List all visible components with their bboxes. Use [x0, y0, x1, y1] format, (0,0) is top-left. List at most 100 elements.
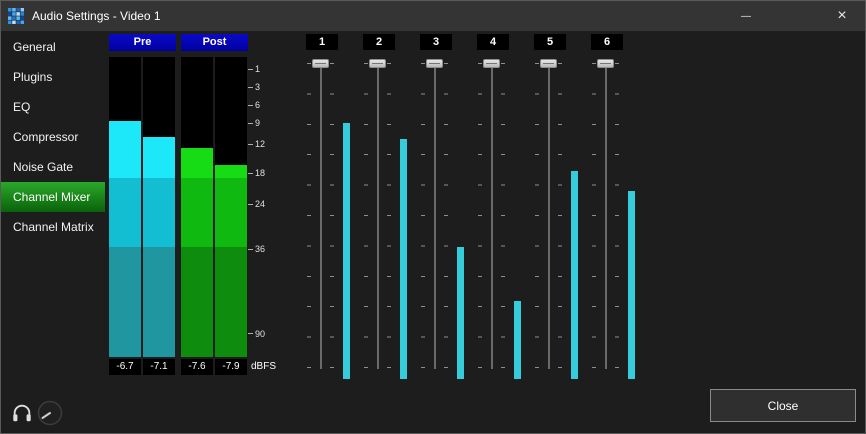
scale-tick-dash [248, 249, 253, 250]
scale-mark-36: 36 [248, 244, 265, 254]
channel-level-fill [514, 301, 521, 379]
channel-1-header[interactable]: 1 [306, 34, 338, 50]
scale-tick-dash [248, 123, 253, 124]
titlebar[interactable]: Audio Settings - Video 1 — × [1, 1, 865, 31]
scale-tick-label: 6 [255, 100, 260, 110]
scale-mark-90: 90 [248, 329, 265, 339]
channel-4-slider-handle[interactable] [483, 59, 500, 68]
headphones-icon[interactable] [11, 402, 33, 424]
slider-ticks-left [478, 63, 482, 368]
channel-2-level-meter [400, 57, 407, 379]
slider-ticks-right [615, 63, 619, 368]
channel-6-slider-track[interactable] [605, 63, 607, 369]
channel-strip-1: 1 [297, 34, 354, 380]
meter-pre-db-value-2: -7.1 [143, 359, 175, 375]
channel-3-slider-handle[interactable] [426, 59, 443, 68]
sidebar-item-channel-mixer[interactable]: Channel Mixer [1, 182, 105, 212]
scale-tick-dash [248, 204, 253, 205]
channel-3-slider-track[interactable] [434, 63, 436, 369]
scale-tick-label: 12 [255, 139, 265, 149]
scale-tick-dash [248, 105, 253, 106]
slider-ticks-right [558, 63, 562, 368]
sidebar-item-plugins[interactable]: Plugins [1, 62, 105, 92]
channel-5-header[interactable]: 5 [534, 34, 566, 50]
pre-meter-toggle[interactable]: Pre [109, 34, 176, 51]
channel-2-slider-track[interactable] [377, 63, 379, 369]
channel-strip-2: 2 [354, 34, 411, 380]
channel-5-level-meter [571, 57, 578, 379]
channel-level-fill [571, 171, 578, 379]
meter-pre-channel-1 [109, 57, 141, 357]
channel-3-header[interactable]: 3 [420, 34, 452, 50]
close-button[interactable]: Close [710, 389, 856, 422]
scale-tick-dash [248, 173, 253, 174]
meter-post-channel-1 [181, 57, 213, 357]
channel-4-slider-track[interactable] [491, 63, 493, 369]
app-icon [8, 8, 24, 24]
meter-level-fill [109, 121, 141, 357]
meter-level-fill [143, 137, 175, 357]
scale-tick-dash [248, 144, 253, 145]
meter-level-fill [215, 165, 247, 357]
channel-2-header[interactable]: 2 [363, 34, 395, 50]
meter-post-db-value-1: -7.6 [181, 359, 213, 375]
titlebar-spacer [769, 1, 819, 31]
window-title: Audio Settings - Video 1 [32, 9, 161, 23]
scale-tick-dash [248, 333, 253, 334]
channel-strip-5: 5 [525, 34, 582, 380]
dbfs-unit-label: dBFS [251, 359, 276, 375]
channel-1-slider-track[interactable] [320, 63, 322, 369]
slider-ticks-right [501, 63, 505, 368]
sidebar-item-noise-gate[interactable]: Noise Gate [1, 152, 105, 182]
sidebar: GeneralPluginsEQCompressorNoise GateChan… [1, 32, 105, 242]
meter-level-fill [181, 148, 213, 357]
close-window-button[interactable]: × [819, 1, 865, 31]
audio-settings-window: Audio Settings - Video 1 — × GeneralPlug… [0, 0, 866, 434]
channel-2-slider-handle[interactable] [369, 59, 386, 68]
sidebar-item-compressor[interactable]: Compressor [1, 122, 105, 152]
sidebar-item-eq[interactable]: EQ [1, 92, 105, 122]
slider-ticks-left [592, 63, 596, 368]
channel-strip-3: 3 [411, 34, 468, 380]
channel-3-level-meter [457, 57, 464, 379]
slider-ticks-right [330, 63, 334, 368]
scale-tick-label: 3 [255, 82, 260, 92]
channel-level-fill [457, 247, 464, 379]
channel-4-header[interactable]: 4 [477, 34, 509, 50]
minimize-button[interactable]: — [723, 1, 769, 31]
channel-6-header[interactable]: 6 [591, 34, 623, 50]
scale-tick-dash [248, 87, 253, 88]
slider-ticks-right [444, 63, 448, 368]
meter-scale: 13691218243690 [248, 57, 274, 357]
slider-ticks-left [535, 63, 539, 368]
meter-pre-channel-2 [143, 57, 175, 357]
channel-4-level-meter [514, 57, 521, 379]
sidebar-item-channel-matrix[interactable]: Channel Matrix [1, 212, 105, 242]
scale-mark-1: 1 [248, 64, 260, 74]
channel-6-slider-handle[interactable] [597, 59, 614, 68]
slider-ticks-left [364, 63, 368, 368]
scale-mark-3: 3 [248, 82, 260, 92]
scale-tick-label: 18 [255, 168, 265, 178]
channel-strip-6: 6 [582, 34, 639, 380]
scale-tick-label: 9 [255, 118, 260, 128]
channel-1-slider-handle[interactable] [312, 59, 329, 68]
channel-6-level-meter [628, 57, 635, 379]
meter-post-db-value-2: -7.9 [215, 359, 247, 375]
scale-mark-9: 9 [248, 118, 260, 128]
scale-mark-18: 18 [248, 168, 265, 178]
channel-5-slider-track[interactable] [548, 63, 550, 369]
post-meter-toggle[interactable]: Post [181, 34, 248, 51]
headphones-volume-knob[interactable] [37, 400, 63, 426]
channel-strip-4: 4 [468, 34, 525, 380]
scale-tick-dash [248, 69, 253, 70]
slider-ticks-left [421, 63, 425, 368]
channel-5-slider-handle[interactable] [540, 59, 557, 68]
sidebar-item-general[interactable]: General [1, 32, 105, 62]
scale-tick-label: 1 [255, 64, 260, 74]
channel-level-fill [343, 123, 350, 379]
scale-tick-label: 24 [255, 199, 265, 209]
scale-tick-label: 36 [255, 244, 265, 254]
slider-ticks-right [387, 63, 391, 368]
channel-level-fill [628, 191, 635, 379]
